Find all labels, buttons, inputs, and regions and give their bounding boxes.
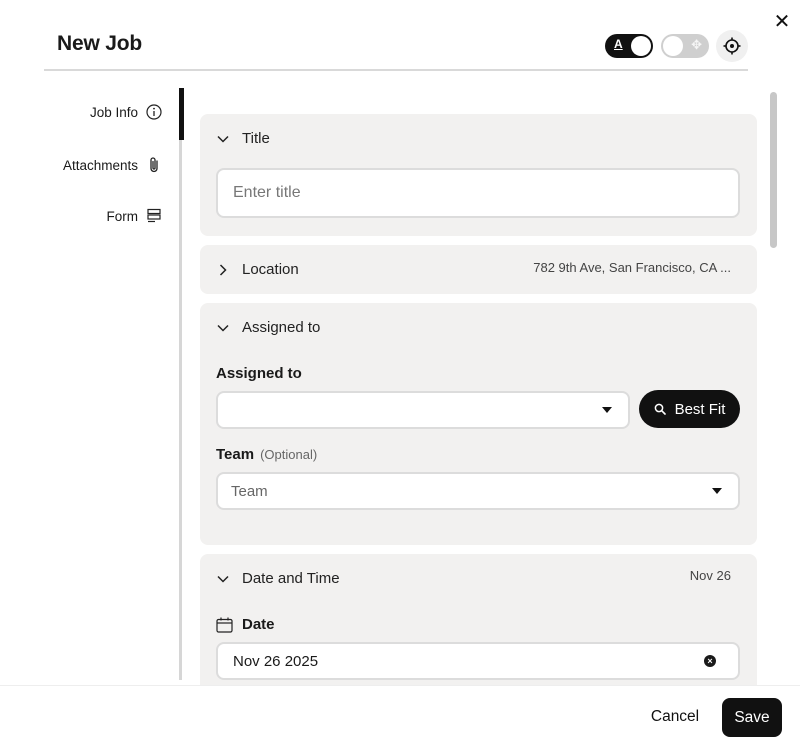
title-input[interactable]: Enter title [216,168,740,218]
optional-label: (Optional) [260,447,318,462]
title-input-placeholder: Enter title [233,184,301,201]
section-date-time-header[interactable]: Date and Time [216,570,340,587]
section-header-label: Title [242,130,270,147]
team-label-text: Team [216,446,255,463]
text-mode-toggle[interactable]: A [605,34,653,58]
sidebar-item-label: Form [106,208,139,224]
section-location: Location 782 9th Ave, San Francisco, CA … [200,245,757,294]
toggle-knob [663,36,683,56]
assigned-to-label: Assigned to [216,365,302,382]
section-date-time: Date and Time Nov 26 Date Nov 26 2025 × [200,554,757,694]
nav-divider [179,88,182,680]
best-fit-label: Best Fit [674,400,726,418]
text-format-icon: A [614,37,623,51]
chevron-right-icon [219,263,227,276]
sidebar-item-attachments[interactable]: Attachments [63,156,162,174]
caret-down-icon [602,407,612,413]
cancel-button[interactable]: Cancel [640,697,710,737]
section-location-header[interactable]: Location [216,261,299,278]
location-summary: 782 9th Ave, San Francisco, CA ... [533,260,731,275]
section-header-label: Assigned to [242,319,321,336]
scrollbar-thumb[interactable] [770,92,777,248]
info-icon [146,104,162,120]
sidebar-item-label: Job Info [89,104,138,120]
chevron-down-icon [217,575,229,583]
team-select[interactable]: Team [216,472,740,510]
date-label-text: Date [242,616,275,633]
section-header-label: Location [242,261,299,278]
best-fit-button[interactable]: Best Fit [639,390,740,428]
sidebar-item-label: Attachments [62,157,138,173]
team-label: Team (Optional) [216,446,317,463]
clear-icon[interactable]: × [704,655,716,667]
section-assigned-header[interactable]: Assigned to [216,319,320,336]
nav-active-indicator [179,88,184,140]
assigned-to-select[interactable] [216,391,630,429]
move-icon: ✥ [691,37,702,52]
crosshair-icon [723,37,741,55]
sidebar-item-job-info[interactable]: Job Info [90,104,162,120]
section-title-header[interactable]: Title [216,130,270,147]
sidebar-item-form[interactable]: Form [107,208,163,224]
team-placeholder: Team [231,482,268,500]
page-title: New Job [57,32,142,55]
section-assigned: Assigned to Assigned to Best Fit Team (Op… [200,303,757,545]
paperclip-icon [150,157,158,173]
save-button[interactable]: Save [722,698,782,737]
chevron-down-icon [217,324,229,332]
calendar-icon [216,617,233,633]
section-title: Title Enter title [200,114,757,236]
search-icon [654,403,666,415]
caret-down-icon [712,488,722,494]
locate-button[interactable] [716,30,748,62]
section-header-label: Date and Time [242,570,340,587]
date-input[interactable]: Nov 26 2025 × [216,642,740,680]
toggle-knob [631,36,651,56]
date-value: Nov 26 2025 [233,652,319,670]
form-icon [147,208,161,223]
date-summary: Nov 26 [689,568,731,583]
close-icon[interactable]: ✕ [772,12,792,32]
date-label: Date [216,616,275,633]
chevron-down-icon [217,135,229,143]
move-mode-toggle[interactable]: ✥ [661,34,709,58]
